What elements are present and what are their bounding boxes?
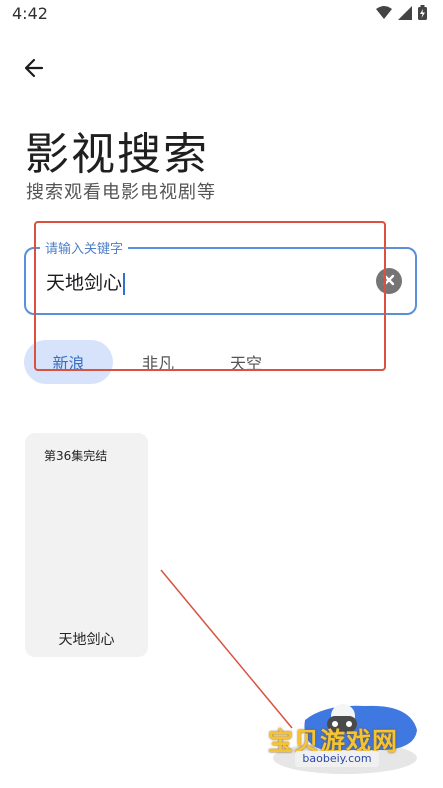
annotation-arrow	[160, 569, 293, 729]
watermark-url: baobeiy.com	[295, 751, 379, 767]
